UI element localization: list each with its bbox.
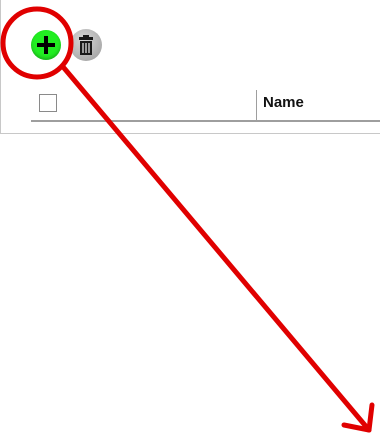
plus-icon: [37, 36, 55, 54]
column-divider[interactable]: [256, 90, 257, 120]
annotation-arrow-head-left: [341, 422, 372, 433]
add-button[interactable]: [31, 30, 61, 60]
table-header-row: Name: [31, 86, 380, 122]
trash-icon: [79, 35, 93, 55]
delete-button[interactable]: [70, 29, 102, 61]
select-all-checkbox[interactable]: [39, 94, 57, 112]
annotation-arrow-head-right: [366, 402, 375, 433]
list-panel: Name: [0, 0, 380, 134]
column-header-name[interactable]: Name: [263, 94, 304, 111]
screenshot-stage: Name: [0, 0, 380, 440]
